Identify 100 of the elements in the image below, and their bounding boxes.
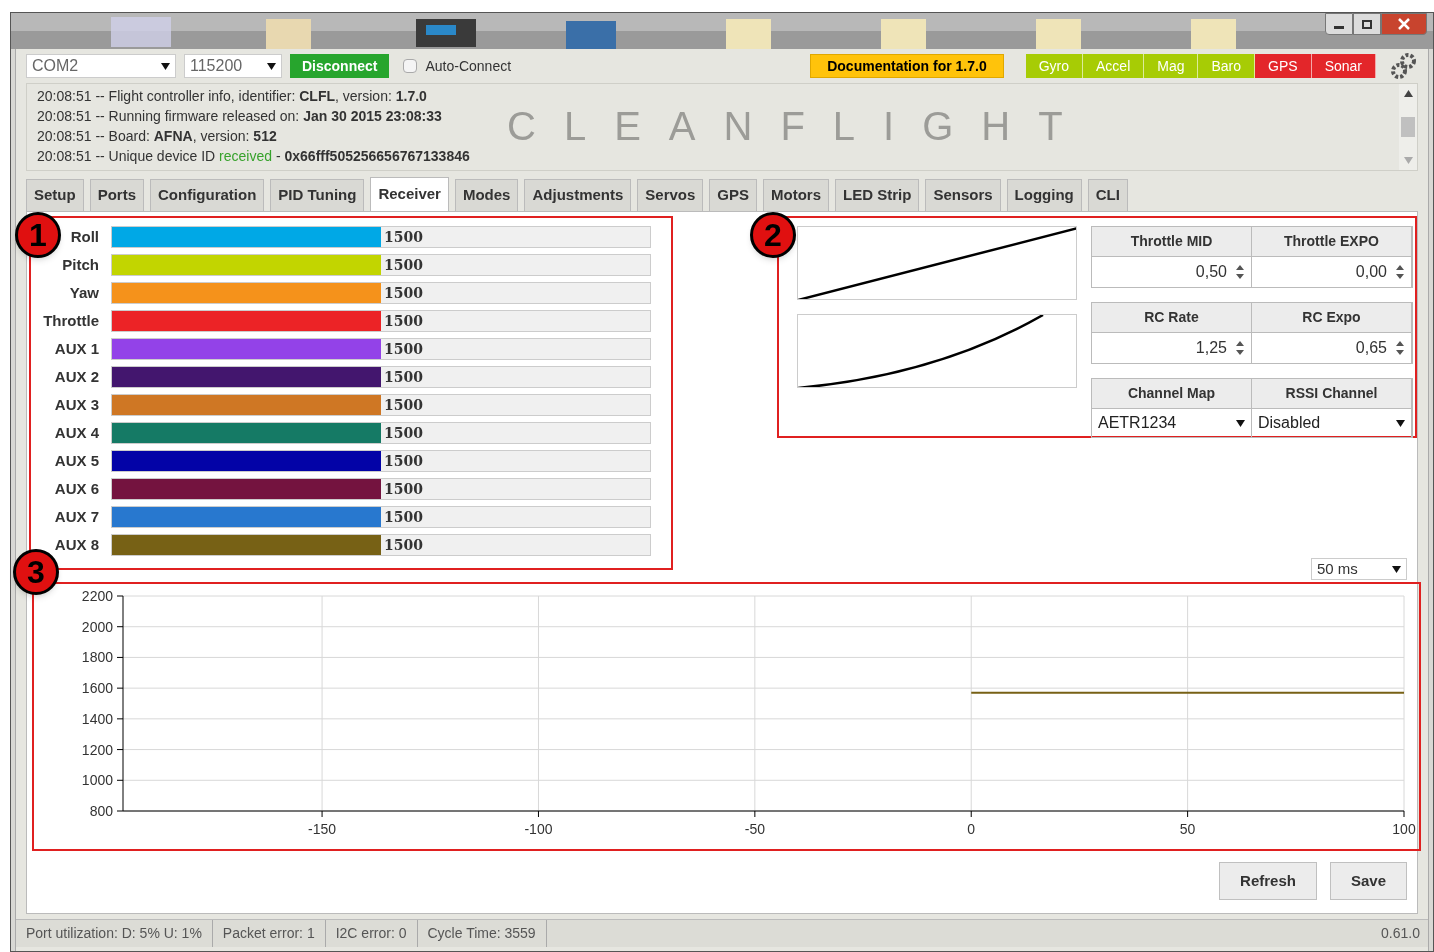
status-text: Port utilization: D: 5% U: 1% — [16, 920, 213, 947]
column-header: Throttle EXPO — [1251, 227, 1412, 257]
y-tick-label: 2000 — [81, 618, 113, 635]
log-line: 20:08:51 -- Flight controller info, identifier: CLFL, version: 1.7.0 — [37, 87, 427, 106]
select-field[interactable]: AETR1234 — [1091, 409, 1252, 437]
channel-reading: 1500 — [383, 481, 423, 497]
tab[interactable]: Logging — [1006, 179, 1082, 211]
close-button[interactable] — [1381, 13, 1427, 35]
channel-reading: 1500 — [383, 369, 423, 385]
column-header: Throttle MID — [1091, 227, 1252, 257]
y-tick-label: 1200 — [81, 741, 113, 758]
column-header: Channel Map — [1091, 379, 1252, 409]
refresh-rate-select[interactable]: 50 ms — [1311, 558, 1407, 580]
annotation-marker: 1 — [15, 212, 61, 258]
tab[interactable]: Motors — [763, 179, 830, 211]
x-tick-label: -50 — [744, 821, 765, 837]
spinner-arrows-icon[interactable] — [1394, 263, 1405, 281]
channel-label: AUX 2 — [54, 366, 99, 387]
channel-label: Pitch — [62, 254, 99, 275]
sensor-indicator: Accel — [1083, 54, 1145, 78]
number-field[interactable]: 1,25 — [1091, 333, 1252, 363]
channel-reading: 1500 — [383, 397, 423, 413]
tab[interactable]: LED Strip — [835, 179, 920, 211]
tab[interactable]: Setup — [26, 179, 84, 211]
auto-connect-label: Auto-Connect — [425, 56, 512, 76]
settings-icon[interactable] — [1390, 52, 1418, 80]
dropdown-caret-icon — [1395, 419, 1405, 427]
minimize-button[interactable] — [1325, 13, 1353, 35]
tab[interactable]: Adjustments — [524, 179, 632, 211]
maximize-button[interactable] — [1353, 13, 1381, 35]
x-tick-label: 100 — [1392, 821, 1416, 837]
action-button[interactable]: Save — [1329, 862, 1407, 900]
y-tick-label: 1800 — [81, 649, 113, 666]
maximize-icon — [1362, 19, 1372, 29]
y-tick-label: 1400 — [81, 710, 113, 727]
version-text: 0.61.0 — [1381, 924, 1421, 943]
channel-label: AUX 7 — [54, 506, 99, 527]
dropdown-caret-icon — [267, 62, 276, 70]
channel-reading: 1500 — [383, 509, 423, 525]
status-text: Packet error: 1 — [212, 920, 326, 947]
auto-connect-checkbox[interactable] — [403, 59, 418, 73]
number-field[interactable]: 0,00 — [1251, 257, 1412, 287]
baud-select[interactable]: 115200 — [184, 54, 282, 78]
tab[interactable]: CLI — [1087, 179, 1128, 211]
tab[interactable]: PID Tuning — [270, 179, 365, 211]
scroll-thumb[interactable] — [1401, 117, 1415, 137]
channel-reading: 1500 — [383, 313, 423, 329]
number-field[interactable]: 0,50 — [1091, 257, 1252, 287]
spinner-arrows-icon[interactable] — [1234, 339, 1245, 357]
column-header: RC Expo — [1251, 303, 1412, 333]
tab[interactable]: Configuration — [150, 179, 265, 211]
tab[interactable]: Receiver — [370, 177, 449, 211]
channel-label: AUX 3 — [54, 394, 99, 415]
channel-reading: 1500 — [383, 453, 423, 469]
channel-label: AUX 5 — [54, 450, 99, 471]
channel-reading: 1500 — [383, 425, 423, 441]
channel-label: AUX 4 — [54, 422, 99, 443]
tab[interactable]: GPS — [709, 179, 758, 211]
y-tick-label: 800 — [89, 803, 113, 819]
column-header: RSSI Channel — [1251, 379, 1412, 409]
annotation-marker: 3 — [13, 549, 59, 595]
log-line: 20:08:51 -- Unique device ID received - 0x66fff505256656767133846 — [37, 147, 470, 166]
x-tick-label: 0 — [967, 821, 976, 837]
tab[interactable]: Modes — [454, 179, 519, 211]
channel-reading: 1500 — [383, 257, 423, 273]
y-tick-label: 2200 — [81, 588, 113, 604]
log-line: 20:08:51 -- Board: AFNA, version: 512 — [37, 127, 277, 146]
minimize-icon — [1334, 26, 1344, 29]
channel-label: Yaw — [69, 282, 99, 303]
channel-reading: 1500 — [383, 229, 423, 245]
select-field[interactable]: Disabled — [1251, 409, 1412, 437]
close-icon — [1398, 18, 1410, 30]
channel-reading: 1500 — [383, 537, 423, 553]
scroll-up-icon[interactable] — [1403, 90, 1413, 97]
tab[interactable]: Ports — [89, 179, 144, 211]
cleanflight-logo: CLEANFLIGHT — [507, 106, 1091, 146]
status-text: Cycle Time: 3559 — [417, 920, 547, 947]
action-button[interactable]: Refresh — [1219, 862, 1317, 900]
sensor-indicator: Baro — [1198, 54, 1256, 78]
channel-label: AUX 6 — [54, 478, 99, 499]
tab[interactable]: Sensors — [925, 179, 1001, 211]
status-text: I2C error: 0 — [325, 920, 418, 947]
spinner-arrows-icon[interactable] — [1234, 263, 1245, 281]
spinner-arrows-icon[interactable] — [1394, 339, 1405, 357]
dropdown-caret-icon — [161, 62, 170, 70]
x-tick-label: 50 — [1179, 821, 1196, 837]
y-tick-label: 1600 — [81, 680, 113, 697]
x-tick-label: -150 — [308, 821, 337, 837]
number-field[interactable]: 0,65 — [1251, 333, 1412, 363]
sensor-indicator: Gyro — [1025, 54, 1083, 78]
x-tick-label: -100 — [524, 821, 553, 837]
log-line: 20:08:51 -- Running firmware released on: Jan 30 2015 23:08:33 — [37, 107, 442, 126]
channel-reading: 1500 — [383, 341, 423, 357]
y-tick-label: 1000 — [81, 772, 113, 789]
sensor-indicator: GPS — [1255, 54, 1312, 78]
documentation-button[interactable]: Documentation for 1.7.0 — [810, 54, 1004, 78]
channel-label: AUX 1 — [54, 338, 99, 359]
port-select[interactable]: COM2 — [26, 54, 176, 78]
sensor-indicator: Sonar — [1311, 54, 1376, 78]
tab[interactable]: Servos — [637, 179, 704, 211]
